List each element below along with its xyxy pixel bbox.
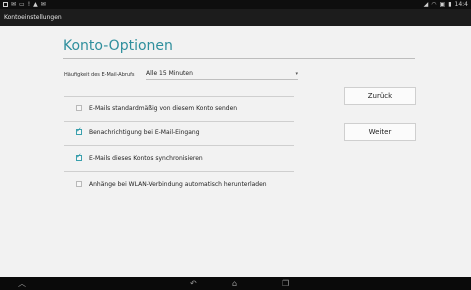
back-icon[interactable]: ↶ bbox=[190, 277, 197, 290]
status-time: 14:4 bbox=[454, 1, 468, 8]
checkbox-checked[interactable]: ✓ bbox=[76, 126, 82, 135]
option-sync[interactable]: ✓ E-Mails dieses Kontos synchronisieren bbox=[76, 151, 203, 165]
wifi-icon: ◠ bbox=[431, 1, 437, 8]
check-icon: ✓ bbox=[76, 126, 82, 134]
status-left-icons: ✉ ▭ ! ▲ ✉ bbox=[3, 0, 46, 9]
info-icon: ! bbox=[27, 1, 31, 8]
option-send-default[interactable]: E-Mails standardmäßig von diesem Konto s… bbox=[76, 101, 237, 115]
warning-icon: ▲ bbox=[33, 1, 38, 8]
action-bar-title: Kontoeinstellungen bbox=[4, 14, 62, 21]
page-title: Konto-Optionen bbox=[63, 38, 173, 54]
divider bbox=[64, 96, 294, 97]
email-icon: ✉ bbox=[11, 1, 17, 8]
check-icon: ✓ bbox=[76, 152, 82, 160]
image-icon bbox=[3, 2, 8, 7]
signal-icon: ◢ bbox=[423, 1, 429, 8]
option-notification[interactable]: ✓ Benachrichtigung bei E-Mail-Eingang bbox=[76, 125, 200, 139]
option-label: E-Mails dieses Kontos synchronisieren bbox=[89, 154, 203, 162]
mail-icon: ✉ bbox=[40, 1, 46, 8]
option-label: Anhänge bei WLAN-Verbindung automatisch … bbox=[89, 180, 267, 188]
select-underline bbox=[146, 79, 298, 80]
option-label: Benachrichtigung bei E-Mail-Eingang bbox=[89, 128, 200, 136]
battery-icon: ▮ bbox=[448, 1, 452, 8]
up-icon[interactable]: ︿ bbox=[18, 277, 26, 290]
status-right-icons: ◢ ◠ ▣ ▮ 14:4 bbox=[424, 0, 468, 9]
title-divider bbox=[63, 58, 415, 59]
home-icon[interactable]: ⌂ bbox=[232, 277, 237, 290]
divider bbox=[64, 145, 294, 146]
next-button[interactable]: Weiter bbox=[344, 123, 416, 141]
checkbox-unchecked[interactable] bbox=[76, 105, 82, 111]
frequency-select[interactable]: Alle 15 Minuten ▾ bbox=[146, 68, 298, 80]
action-bar: Kontoeinstellungen bbox=[0, 9, 471, 26]
option-label: E-Mails standardmäßig von diesem Konto s… bbox=[89, 104, 238, 112]
message-icon: ▭ bbox=[19, 1, 25, 8]
notification-icon: ▣ bbox=[439, 1, 446, 8]
frequency-value: Alle 15 Minuten bbox=[146, 70, 193, 77]
divider bbox=[64, 171, 294, 172]
divider bbox=[64, 121, 294, 122]
option-wifi-download[interactable]: Anhänge bei WLAN-Verbindung automatisch … bbox=[76, 177, 267, 191]
frequency-label: Häufigkeit des E-Mail-Abrufs bbox=[64, 72, 135, 78]
checkbox-checked[interactable]: ✓ bbox=[76, 152, 82, 161]
recents-icon[interactable]: ❐ bbox=[282, 277, 289, 290]
navigation-bar: ︿ ↶ ⌂ ❐ bbox=[0, 277, 471, 290]
checkbox-unchecked[interactable] bbox=[76, 181, 82, 187]
status-bar: ✉ ▭ ! ▲ ✉ ◢ ◠ ▣ ▮ 14:4 bbox=[0, 0, 471, 9]
back-button[interactable]: Zurück bbox=[344, 87, 416, 105]
